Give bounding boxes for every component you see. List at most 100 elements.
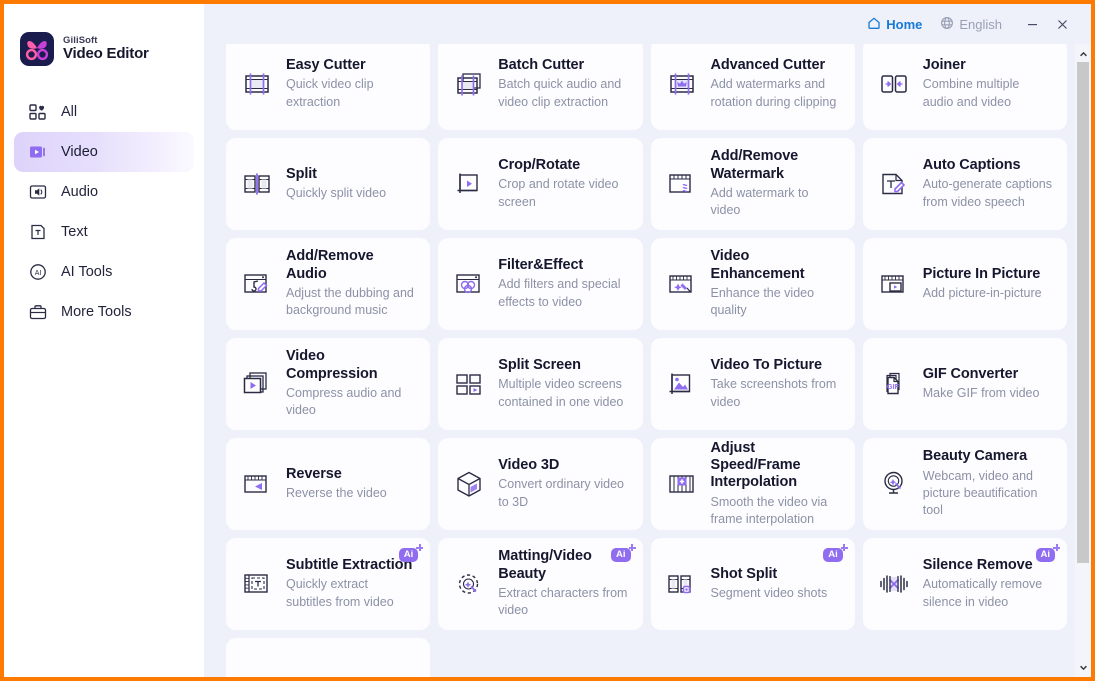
tool-card[interactable]: Split Screen Multiple video screens conta… — [438, 338, 643, 430]
sidebar-nav: All Video Audio Text AI AI Tools More To… — [4, 92, 204, 332]
close-button[interactable] — [1047, 11, 1077, 37]
scrollbar-thumb[interactable] — [1077, 62, 1089, 564]
tool-card[interactable]: Joiner Combine multiple audio and video — [862, 44, 1067, 130]
app-window: GiliSoft Video Editor All Video Audio Te… — [4, 4, 1091, 677]
vertical-scrollbar[interactable] — [1075, 44, 1091, 677]
tool-card-title: Batch Cutter — [498, 57, 585, 74]
tool-card-title: Picture In Picture — [922, 265, 1041, 282]
tool-card[interactable]: Reverse Reverse the video — [226, 438, 431, 530]
tool-card-title: Add/Remove Watermark — [710, 148, 799, 182]
shot-split-icon — [665, 567, 699, 601]
tool-card-description: Add watermark to video — [710, 186, 809, 218]
tool-card-description: Batch quick audio and video clip extract… — [498, 77, 622, 109]
tool-card-body: Matting/Video Beauty Extract characters f… — [498, 548, 628, 619]
sidebar-item-video[interactable]: Video — [14, 132, 194, 172]
chevron-up-icon[interactable] — [1075, 46, 1091, 62]
tool-card-title: Subtitle Extraction — [286, 557, 413, 574]
tool-card-body: Split Quickly split video — [286, 166, 416, 203]
watermark-icon — [665, 167, 699, 201]
tool-card-description: Automatically remove silence in video — [922, 577, 1043, 609]
gif-page-icon: GIF — [877, 367, 911, 401]
tool-card[interactable]: Subtitle Extraction Quickly extract subti… — [226, 538, 431, 630]
sidebar-item-ai-tools[interactable]: AI AI Tools — [14, 252, 194, 292]
tool-card[interactable]: Video 3D Convert ordinary video to 3D — [438, 438, 643, 530]
chevron-down-icon[interactable] — [1075, 659, 1091, 675]
tool-card-description: Take screenshots from video — [710, 377, 837, 409]
home-button[interactable]: Home — [858, 11, 931, 37]
tool-card-description: Quickly extract subtitles from video — [286, 577, 394, 609]
gilisoft-butterfly-logo-icon — [20, 32, 54, 66]
language-label: English — [959, 16, 1002, 32]
compress-stack-play-icon — [240, 367, 274, 401]
svg-text:AI: AI — [35, 270, 42, 277]
tool-card[interactable]: GIF GIF Converter Make GIF from video — [862, 338, 1067, 430]
sidebar-item-label: More Tools — [61, 304, 132, 320]
tool-card-description: Crop and rotate video screen — [498, 177, 619, 209]
tool-card[interactable]: Shot Split Segment video shots Ai — [650, 538, 855, 630]
tool-card[interactable]: Batch Cutter Batch quick audio and video … — [438, 44, 643, 130]
svg-text:GIF: GIF — [887, 382, 900, 391]
tool-card[interactable]: Adjust Speed/Frame Interpolation Smooth t… — [650, 438, 855, 530]
tool-card-title: Video 3D — [498, 457, 560, 474]
tool-card-description: Combine multiple audio and video — [922, 77, 1020, 109]
tool-card[interactable]: Add/Remove Watermark Add watermark to vid… — [650, 138, 855, 230]
tool-card[interactable]: Picture In Picture Add picture-in-picture — [862, 238, 1067, 330]
tool-card-title: Beauty Camera — [922, 448, 1028, 465]
tool-card-body: Video Compression Compress audio and vide… — [286, 348, 416, 419]
tool-card-body: Easy Cutter Quick video clip extraction — [286, 57, 416, 111]
ai-badge: Ai — [398, 544, 423, 562]
tool-card[interactable]: Auto Captions Auto-generate captions from… — [862, 138, 1067, 230]
tool-card-body: Picture In Picture Add picture-in-picture — [923, 266, 1053, 303]
scrollbar-track[interactable] — [1075, 62, 1091, 659]
sidebar-item-text[interactable]: Text — [14, 212, 194, 252]
tool-card-title: Split — [286, 165, 317, 182]
tool-card-description: Quickly split video — [286, 186, 387, 201]
sidebar-item-all[interactable]: All — [14, 92, 194, 132]
speaker-icon — [28, 182, 48, 202]
minimize-button[interactable] — [1017, 11, 1047, 37]
tool-card[interactable]: Filter&Effect Add filters and special eff… — [438, 238, 643, 330]
brand-text: GiliSoft Video Editor — [63, 36, 149, 62]
sidebar-item-more-tools[interactable]: More Tools — [14, 292, 194, 332]
tool-card-title: Video Enhancement — [710, 248, 805, 282]
ai-badge: Ai — [823, 544, 848, 562]
join-arrows-icon — [877, 67, 911, 101]
cube-3d-icon — [452, 467, 486, 501]
tool-card-title: Filter&Effect — [498, 257, 584, 274]
grid-heart-icon — [28, 102, 48, 122]
frame-plus-icon — [665, 467, 699, 501]
tool-card-body: Shot Split Segment video shots — [711, 566, 841, 603]
film-stack-cut-icon — [452, 67, 486, 101]
content-wrapper: Easy Cutter Quick video clip extraction Ba… — [204, 44, 1091, 677]
tool-card[interactable]: Video Compression Compress audio and vide… — [226, 338, 431, 430]
tool-card[interactable]: Silence Remove Automatically remove silen… — [862, 538, 1067, 630]
tool-card[interactable]: Matting/Video Beauty Extract characters f… — [438, 538, 643, 630]
tool-card-partial[interactable] — [226, 638, 431, 677]
tool-card[interactable]: Split Quickly split video — [226, 138, 431, 230]
tool-card[interactable]: Video Enhancement Enhance the video quali… — [650, 238, 855, 330]
language-selector[interactable]: English — [931, 11, 1011, 37]
tool-card-body: Add/Remove Audio Adjust the dubbing and b… — [286, 248, 416, 319]
tool-card-body: Video Enhancement Enhance the video quali… — [711, 248, 841, 319]
tool-card[interactable]: Beauty Camera Webcam, video and picture b… — [862, 438, 1067, 530]
sidebar-item-label: All — [61, 104, 78, 120]
sidebar-item-audio[interactable]: Audio — [14, 172, 194, 212]
tool-card-description: Multiple video screens contained in one … — [498, 377, 624, 409]
tool-card-body: Add/Remove Watermark Add watermark to vid… — [711, 148, 841, 219]
tool-card-body: Reverse Reverse the video — [286, 466, 416, 503]
tool-card-body: Crop/Rotate Crop and rotate video screen — [498, 157, 628, 211]
tool-card-description: Reverse the video — [286, 486, 387, 501]
tool-card-title: Add/Remove Audio — [286, 248, 374, 282]
tool-card[interactable]: Easy Cutter Quick video clip extraction — [226, 44, 431, 130]
home-icon — [867, 16, 881, 33]
tool-card[interactable]: Advanced Cutter Add watermarks and rotati… — [650, 44, 855, 130]
tool-card[interactable]: Crop/Rotate Crop and rotate video screen — [438, 138, 643, 230]
tool-card-description: Compress audio and video — [286, 386, 402, 418]
tool-card-title: Shot Split — [710, 565, 778, 582]
tool-card-title: Silence Remove — [922, 557, 1033, 574]
tool-card-title: Video To Picture — [710, 357, 823, 374]
tool-card-title: GIF Converter — [922, 365, 1019, 382]
tool-card[interactable]: Video To Picture Take screenshots from vi… — [650, 338, 855, 430]
text-doc-icon — [28, 222, 48, 242]
tool-card[interactable]: Add/Remove Audio Adjust the dubbing and b… — [226, 238, 431, 330]
